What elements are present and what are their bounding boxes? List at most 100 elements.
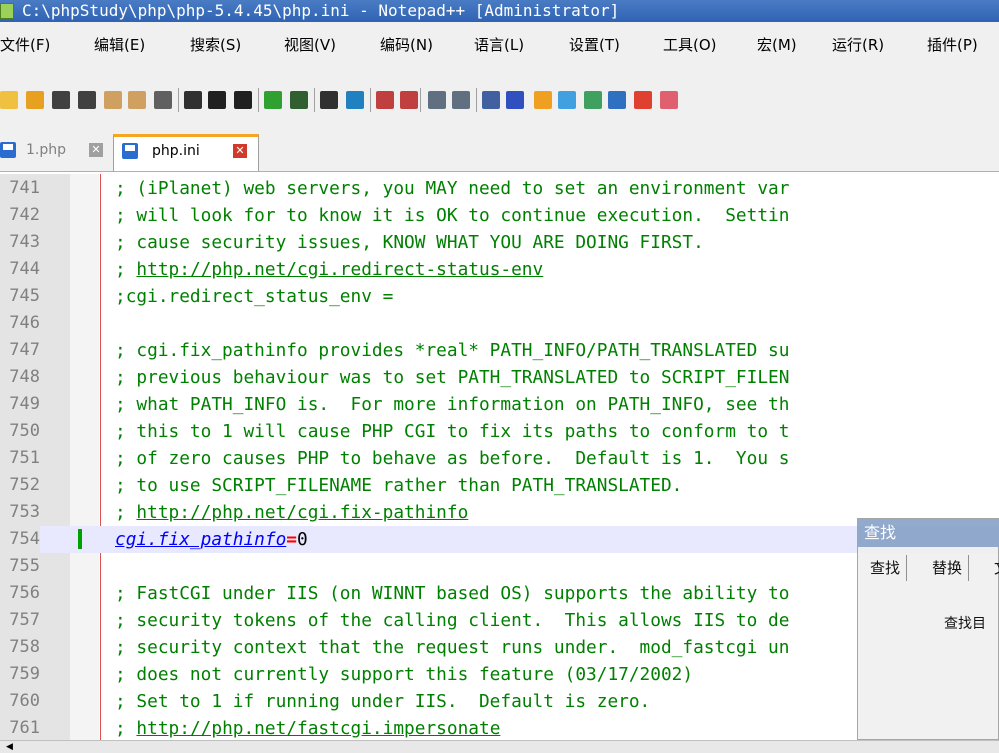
line-text: ; previous behaviour was to set PATH_TRA… [115, 364, 789, 391]
code-line[interactable]: 758 ; security context that the request r… [0, 634, 999, 661]
code-line[interactable]: 746 [0, 310, 999, 337]
print-icon[interactable] [154, 91, 172, 109]
line-number: 743 [9, 232, 40, 252]
undo-icon[interactable] [264, 91, 282, 109]
code-line[interactable]: 761; http://php.net/fastcgi.impersonate [0, 715, 999, 742]
line-number: 750 [9, 421, 40, 441]
line-text: ; of zero causes PHP to behave as before… [115, 445, 789, 472]
code-line[interactable]: 754 cgi.fix_pathinfo=0 [0, 526, 999, 553]
code-line[interactable]: 741 ; (iPlanet) web servers, you MAY need… [0, 175, 999, 202]
line-number: 742 [9, 205, 40, 225]
menu-item[interactable]: 设置(T) [569, 34, 620, 55]
menu-item[interactable]: 运行(R) [832, 34, 884, 55]
line-number: 759 [9, 664, 40, 684]
tab-label: 1.php [26, 142, 67, 158]
code-line[interactable]: 759 ; does not currently support this fea… [0, 661, 999, 688]
new-file-icon[interactable] [0, 91, 18, 109]
menu-item[interactable]: 语言(L) [474, 34, 524, 55]
url-link[interactable]: http://php.net/cgi.fix-pathinfo [136, 502, 468, 523]
word-wrap-icon[interactable] [482, 91, 500, 109]
line-text: ; cgi.fix_pathinfo provides *real* PATH_… [115, 337, 789, 364]
url-link[interactable]: http://php.net/cgi.redirect-status-env [136, 259, 543, 280]
sync-vertical-icon[interactable] [428, 91, 446, 109]
code-line[interactable]: 744; http://php.net/cgi.redirect-status-… [0, 256, 999, 283]
find-in-files-tab[interactable]: 文 [988, 555, 999, 581]
menu-item[interactable]: 宏(M) [757, 34, 797, 55]
code-line[interactable]: 755 [0, 553, 999, 580]
user-lang-icon[interactable] [558, 91, 576, 109]
redo-icon[interactable] [290, 91, 308, 109]
editor[interactable]: 741 ; (iPlanet) web servers, you MAY need… [0, 174, 999, 740]
close-all-icon[interactable] [128, 91, 146, 109]
code-line[interactable]: 749 ; what PATH_INFO is. For more informa… [0, 391, 999, 418]
copy-icon[interactable] [208, 91, 226, 109]
close-tab-icon[interactable]: ✕ [89, 143, 103, 157]
line-number: 745 [9, 286, 40, 306]
code-line[interactable]: 752 ; to use SCRIPT_FILENAME rather than … [0, 472, 999, 499]
horizontal-scrollbar[interactable]: ◀ [0, 740, 999, 753]
doc-map-icon[interactable] [584, 91, 602, 109]
function-list-icon[interactable] [608, 91, 626, 109]
zoom-out-icon[interactable] [400, 91, 418, 109]
code-line[interactable]: 753; http://php.net/cgi.fix-pathinfo [0, 499, 999, 526]
code-line[interactable]: 745 ;cgi.redirect_status_env = [0, 283, 999, 310]
sync-horizontal-icon[interactable] [452, 91, 470, 109]
code-line[interactable]: 756 ; FastCGI under IIS (on WINNT based O… [0, 580, 999, 607]
menu-item[interactable]: 编辑(E) [94, 34, 145, 55]
open-file-icon[interactable] [26, 91, 44, 109]
replace-tab[interactable]: 替换 [926, 555, 970, 581]
close-tab-icon[interactable]: ✕ [233, 144, 247, 158]
code-line[interactable]: 757 ; security tokens of the calling clie… [0, 607, 999, 634]
menu-item[interactable]: 工具(O) [663, 34, 717, 55]
toolbar-separator [314, 88, 315, 112]
line-number: 754 [0, 526, 40, 553]
window-title: C:\phpStudy\php\php-5.4.45\php.ini - Not… [22, 1, 620, 20]
cut-icon[interactable] [184, 91, 202, 109]
menu-item[interactable]: 编码(N) [380, 34, 433, 55]
change-marker [78, 529, 82, 549]
save-icon[interactable] [52, 91, 70, 109]
code-line[interactable]: 751 ; of zero causes PHP to behave as bef… [0, 445, 999, 472]
tab-bar: 1.php ✕ php.ini ✕ [0, 130, 999, 172]
show-all-chars-icon[interactable] [506, 91, 524, 109]
line-number: 741 [9, 178, 40, 198]
menu-item[interactable]: 文件(F) [0, 34, 50, 55]
code-line[interactable]: 743 ; cause security issues, KNOW WHAT YO… [0, 229, 999, 256]
paste-icon[interactable] [234, 91, 252, 109]
menu-item[interactable]: 视图(V) [284, 34, 336, 55]
line-text: ; http://php.net/cgi.fix-pathinfo [115, 499, 468, 526]
find-tab[interactable]: 查找 [864, 555, 908, 581]
tab-1-php[interactable]: 1.php ✕ [0, 134, 113, 171]
line-number: 760 [9, 691, 40, 711]
assignment-operator: = [286, 529, 298, 550]
find-icon[interactable] [320, 91, 338, 109]
indent-guide-icon[interactable] [534, 91, 552, 109]
code-line[interactable]: 750 ; this to 1 will cause PHP CGI to fix… [0, 418, 999, 445]
folder-workspace-icon[interactable] [634, 91, 652, 109]
code-line[interactable]: 742 ; will look for to know it is OK to c… [0, 202, 999, 229]
toolbar [0, 70, 999, 130]
toolbar-separator [370, 88, 371, 112]
menu-item[interactable]: 插件(P) [927, 34, 978, 55]
comment-text: ; does not currently support this featur… [115, 664, 694, 685]
menu-item[interactable]: 搜索(S) [190, 34, 241, 55]
scroll-left-icon[interactable]: ◀ [6, 741, 18, 753]
monitoring-icon[interactable] [660, 91, 678, 109]
tab-php-ini[interactable]: php.ini ✕ [113, 134, 259, 171]
close-icon[interactable] [104, 91, 122, 109]
replace-icon[interactable] [346, 91, 364, 109]
find-dialog[interactable]: 查找 查找 替换 文 查找目 [857, 518, 999, 740]
find-dialog-title[interactable]: 查找 [858, 519, 999, 547]
comment-text: ; [115, 718, 137, 739]
zoom-in-icon[interactable] [376, 91, 394, 109]
code-line[interactable]: 760 ; Set to 1 if running under IIS. Defa… [0, 688, 999, 715]
comment-text: ;cgi.redirect_status_env = [115, 286, 394, 307]
line-number: 746 [9, 313, 40, 333]
comment-text: ; will look for to know it is OK to cont… [115, 205, 790, 226]
notepad-plus-plus-icon [0, 3, 14, 19]
save-all-icon[interactable] [78, 91, 96, 109]
code-line[interactable]: 748 ; previous behaviour was to set PATH_… [0, 364, 999, 391]
code-line[interactable]: 747 ; cgi.fix_pathinfo provides *real* PA… [0, 337, 999, 364]
url-link[interactable]: http://php.net/fastcgi.impersonate [136, 718, 500, 739]
line-text: ; does not currently support this featur… [115, 661, 693, 688]
